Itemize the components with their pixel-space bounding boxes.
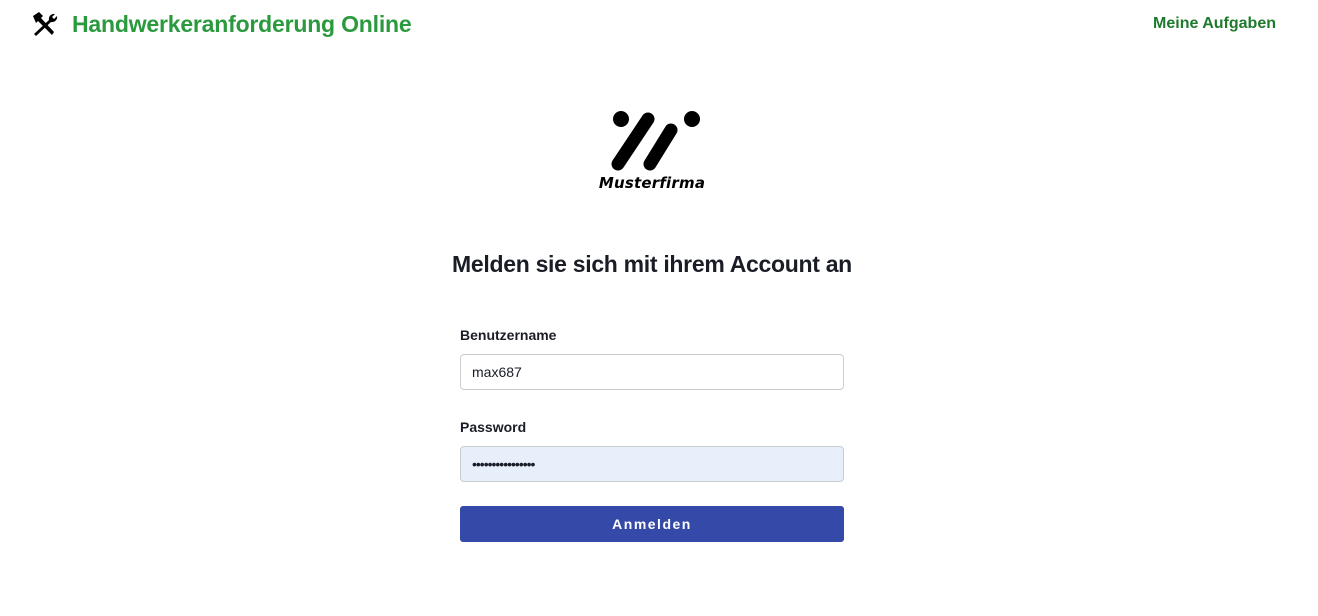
password-label: Password	[460, 419, 527, 435]
hammer-wrench-icon	[30, 10, 58, 38]
username-label: Benutzername	[460, 327, 557, 343]
app-brand-link[interactable]: Handwerkeranforderung Online	[30, 10, 412, 38]
company-logo-mark-icon	[611, 111, 700, 171]
username-field[interactable]	[460, 354, 844, 390]
login-button[interactable]: Anmelden	[460, 506, 844, 542]
my-tasks-link[interactable]: Meine Aufgaben	[1153, 14, 1276, 34]
company-logo: Musterfirma	[590, 108, 714, 196]
company-logo-text: Musterfirma	[598, 174, 706, 192]
app-title: Handwerkeranforderung Online	[72, 11, 412, 37]
password-field[interactable]	[460, 446, 844, 482]
top-bar: Handwerkeranforderung Online Meine Aufga…	[0, 0, 1318, 48]
login-title: Melden sie sich mit ihrem Account an	[452, 251, 852, 277]
